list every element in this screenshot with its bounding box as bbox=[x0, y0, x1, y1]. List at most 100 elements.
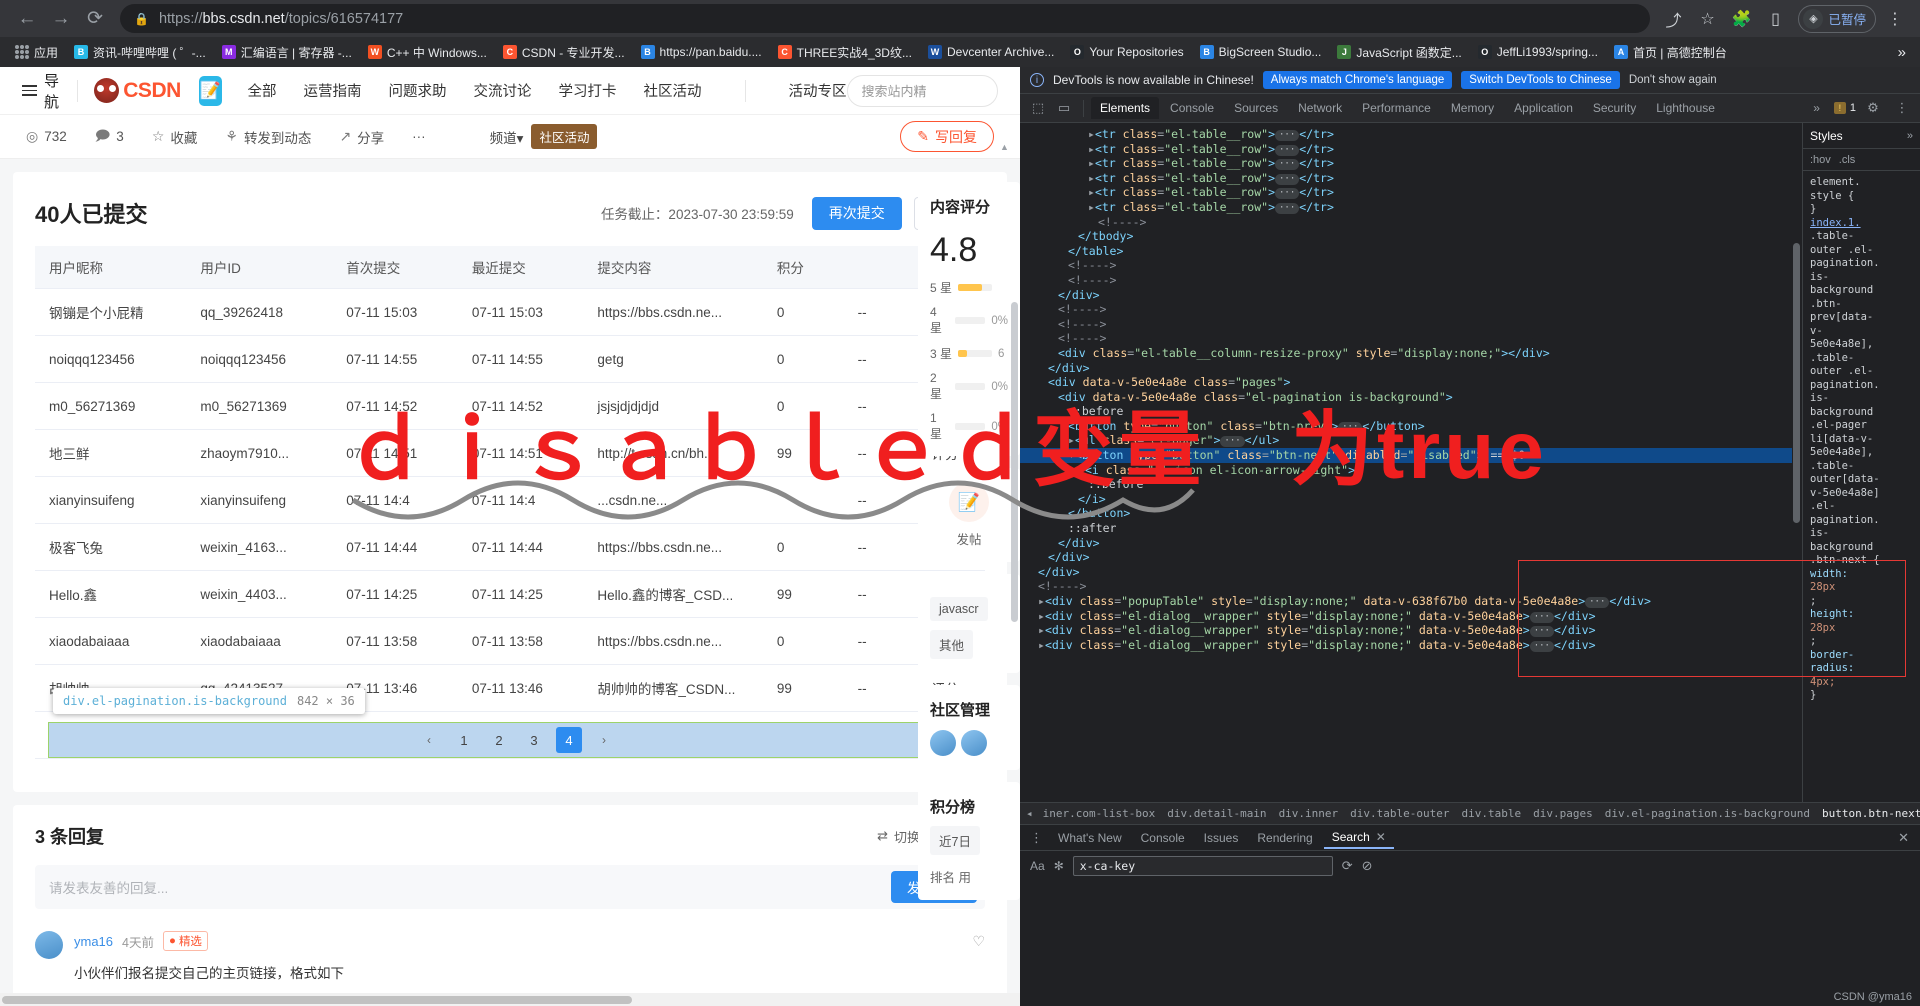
cell-4[interactable]: https://bbs.csdn.ne... bbox=[583, 617, 763, 665]
bookmark-item[interactable]: W Devcenter Archive... bbox=[921, 42, 1061, 62]
devtools-more-icon[interactable]: ⋮ bbox=[1890, 97, 1914, 119]
match-case-icon[interactable]: Aa bbox=[1030, 859, 1045, 873]
dom-node-line[interactable]: ▸<div class="el-dialog__wrapper" style="… bbox=[1020, 609, 1802, 624]
share-icon[interactable]: ⤴ bbox=[1658, 4, 1688, 34]
dom-node-line[interactable]: <!----> bbox=[1020, 258, 1802, 273]
cell-4[interactable]: https://bbs.csdn.ne... bbox=[583, 288, 763, 336]
dom-node-line[interactable]: ▾<button type="button" class="btn-next" … bbox=[1020, 448, 1802, 463]
cell-4[interactable]: getg bbox=[583, 335, 763, 383]
bookmark-item[interactable]: 应用 bbox=[8, 41, 65, 64]
breadcrumb-item-1[interactable]: div.detail-main bbox=[1161, 807, 1272, 820]
write-reply-button[interactable]: ✎ 写回复 bbox=[900, 121, 994, 152]
table-row[interactable]: xiaodabaiaaa xiaodabaiaaa 07-11 13:58 07-11… bbox=[35, 617, 985, 665]
dom-node-line[interactable]: <div data-v-5e0e4a8e class="el-paginatio… bbox=[1020, 390, 1802, 405]
dom-scrollbar[interactable] bbox=[1792, 123, 1802, 802]
nav-item-4[interactable]: 学习打卡 bbox=[559, 80, 617, 101]
table-row[interactable]: 钢镚是个小屁精 qq_39262418 07-11 15:03 07-11 15:03… bbox=[35, 288, 985, 336]
drawer-tab-rendering[interactable]: Rendering bbox=[1249, 828, 1320, 848]
reply-input[interactable]: 请发表友善的回复... 发送回复 bbox=[35, 865, 985, 909]
tabs-overflow-icon[interactable]: » bbox=[1804, 97, 1829, 119]
switch-language-button[interactable]: Switch DevTools to Chinese bbox=[1461, 71, 1620, 89]
note-icon[interactable]: 📝 bbox=[198, 75, 222, 106]
nav-item-0[interactable]: 全部 bbox=[248, 80, 277, 101]
forward-button[interactable]: ⚘ 转发到动态 bbox=[225, 127, 311, 147]
dom-node-line[interactable]: <!----> bbox=[1020, 579, 1802, 594]
page-horizontal-scrollbar[interactable] bbox=[0, 993, 1020, 1006]
dom-node-line[interactable]: </button> bbox=[1020, 506, 1802, 521]
inspect-element-icon[interactable]: ⬚ bbox=[1026, 97, 1050, 119]
cell-4[interactable]: http://t.csdn.cn/bh... bbox=[583, 429, 763, 477]
tab-lighthouse[interactable]: Lighthouse bbox=[1647, 97, 1724, 119]
breadcrumb-item-2[interactable]: div.inner bbox=[1273, 807, 1345, 820]
bookmark-item[interactable]: C CSDN - 专业开发... bbox=[496, 41, 632, 64]
dom-node-line[interactable]: <!----> bbox=[1020, 331, 1802, 346]
scroll-up-icon[interactable]: ▲ bbox=[1000, 142, 1009, 152]
sidebar-scrollbar[interactable] bbox=[1011, 182, 1018, 986]
bookmark-item[interactable]: O JeffLi1993/spring... bbox=[1471, 42, 1605, 62]
search-input[interactable] bbox=[1072, 856, 1333, 876]
breadcrumb-item-7[interactable]: button.btn-next bbox=[1816, 807, 1920, 820]
pagination-next[interactable]: › bbox=[591, 727, 617, 753]
dom-tree[interactable]: ▸<tr class="el-table__row"> ··· </tr> ▸<tr … bbox=[1020, 123, 1802, 802]
csdn-logo[interactable]: CSDN bbox=[94, 78, 181, 103]
pagination-page-4[interactable]: 4 bbox=[556, 727, 582, 753]
device-toolbar-icon[interactable]: ▭ bbox=[1052, 97, 1076, 119]
dom-node-line[interactable]: </table> bbox=[1020, 244, 1802, 259]
cell-4[interactable]: jsjsjdjdjdjd bbox=[583, 382, 763, 430]
tag-0[interactable]: javascr bbox=[930, 597, 988, 621]
nav-item-3[interactable]: 交流讨论 bbox=[474, 80, 532, 101]
drawer-tab-search[interactable]: Search ✕ bbox=[1323, 827, 1394, 849]
dom-node-line[interactable]: <!----> bbox=[1020, 273, 1802, 288]
dom-node-line[interactable]: </div> bbox=[1020, 536, 1802, 551]
nav-item-1[interactable]: 运营指南 bbox=[304, 80, 362, 101]
dom-node-line[interactable]: </div> bbox=[1020, 565, 1802, 580]
bookmark-item[interactable]: Bhttps://pan.baidu.... bbox=[634, 42, 769, 62]
bookmark-item[interactable]: M 汇编语言 | 寄存器 -... bbox=[215, 41, 359, 64]
table-row[interactable]: 极客飞兔 weixin_4163... 07-11 14:44 07-11 14:44… bbox=[35, 523, 985, 571]
resubmit-button[interactable]: 再次提交 bbox=[811, 196, 902, 230]
share-button[interactable]: ↗ 分享 bbox=[339, 127, 384, 147]
favorite-button[interactable]: ☆ 收藏 bbox=[152, 127, 198, 147]
reload-icon[interactable]: ⟳ bbox=[78, 2, 112, 36]
channel-selector[interactable]: 频道▾ 社区活动 bbox=[490, 124, 598, 149]
tab-application[interactable]: Application bbox=[1505, 97, 1582, 119]
refresh-icon[interactable]: ⟳ bbox=[1342, 858, 1353, 874]
cell-4[interactable]: https://bbs.csdn.ne... bbox=[583, 523, 763, 571]
dom-node-line[interactable]: ▸<tr class="el-table__row"> ··· </tr> bbox=[1020, 200, 1802, 215]
dom-node-line[interactable]: </i> bbox=[1020, 492, 1802, 507]
hover-state-toggle[interactable]: :hov bbox=[1810, 154, 1831, 166]
dom-node-line[interactable]: ▸<tr class="el-table__row"> ··· </tr> bbox=[1020, 142, 1802, 157]
dom-node-line[interactable]: ::before bbox=[1020, 404, 1802, 419]
drawer-close-icon[interactable]: ✕ bbox=[1898, 830, 1914, 846]
dom-node-line[interactable]: <!----> bbox=[1020, 317, 1802, 332]
profile-button[interactable]: ◈ 已暂停 bbox=[1798, 4, 1876, 33]
search-input[interactable]: 搜索站内精 bbox=[846, 74, 998, 107]
points-range-tag[interactable]: 近7日 bbox=[930, 826, 980, 855]
cell-4[interactable]: 胡帅帅的博客_CSDN... bbox=[583, 664, 763, 712]
bookmarks-overflow-icon[interactable]: » bbox=[1898, 44, 1912, 61]
drawer-tab-issues[interactable]: Issues bbox=[1196, 828, 1247, 848]
breadcrumb-item-6[interactable]: div.el-pagination.is-background bbox=[1599, 807, 1816, 820]
regex-icon[interactable]: ✻ bbox=[1054, 859, 1064, 873]
pagination-page-2[interactable]: 2 bbox=[486, 727, 512, 753]
nav-menu-button[interactable]: 导航 bbox=[22, 70, 61, 112]
clear-icon[interactable]: ⊘ bbox=[1362, 858, 1373, 874]
breadcrumb-item-4[interactable]: div.table bbox=[1456, 807, 1528, 820]
dont-show-again-link[interactable]: Don't show again bbox=[1629, 74, 1717, 86]
post-icon[interactable]: 📝 bbox=[949, 482, 989, 522]
dom-node-line[interactable]: <!----> bbox=[1020, 215, 1802, 230]
class-toggle[interactable]: .cls bbox=[1839, 154, 1856, 166]
comment-author[interactable]: yma16 bbox=[74, 934, 113, 949]
side-panel-icon[interactable]: ▯ bbox=[1760, 4, 1790, 34]
table-row[interactable]: Hello.鑫 weixin_4403... 07-11 14:25 07-11 14… bbox=[35, 570, 985, 618]
drawer-tab-what-s-new[interactable]: What's New bbox=[1050, 828, 1130, 848]
dom-node-line[interactable]: ▸<tr class="el-table__row"> ··· </tr> bbox=[1020, 171, 1802, 186]
dom-node-line[interactable]: ▸<tr class="el-table__row"> ··· </tr> bbox=[1020, 127, 1802, 142]
nav-item-2[interactable]: 问题求助 bbox=[389, 80, 447, 101]
dom-node-line[interactable]: </tbody> bbox=[1020, 229, 1802, 244]
cell-4[interactable]: ...csdn.ne... bbox=[583, 476, 763, 524]
tab-security[interactable]: Security bbox=[1584, 97, 1645, 119]
close-icon[interactable]: ✕ bbox=[1376, 830, 1386, 844]
tab-elements[interactable]: Elements bbox=[1091, 97, 1160, 119]
bookmark-item[interactable]: W C++ 中 Windows... bbox=[361, 41, 494, 64]
